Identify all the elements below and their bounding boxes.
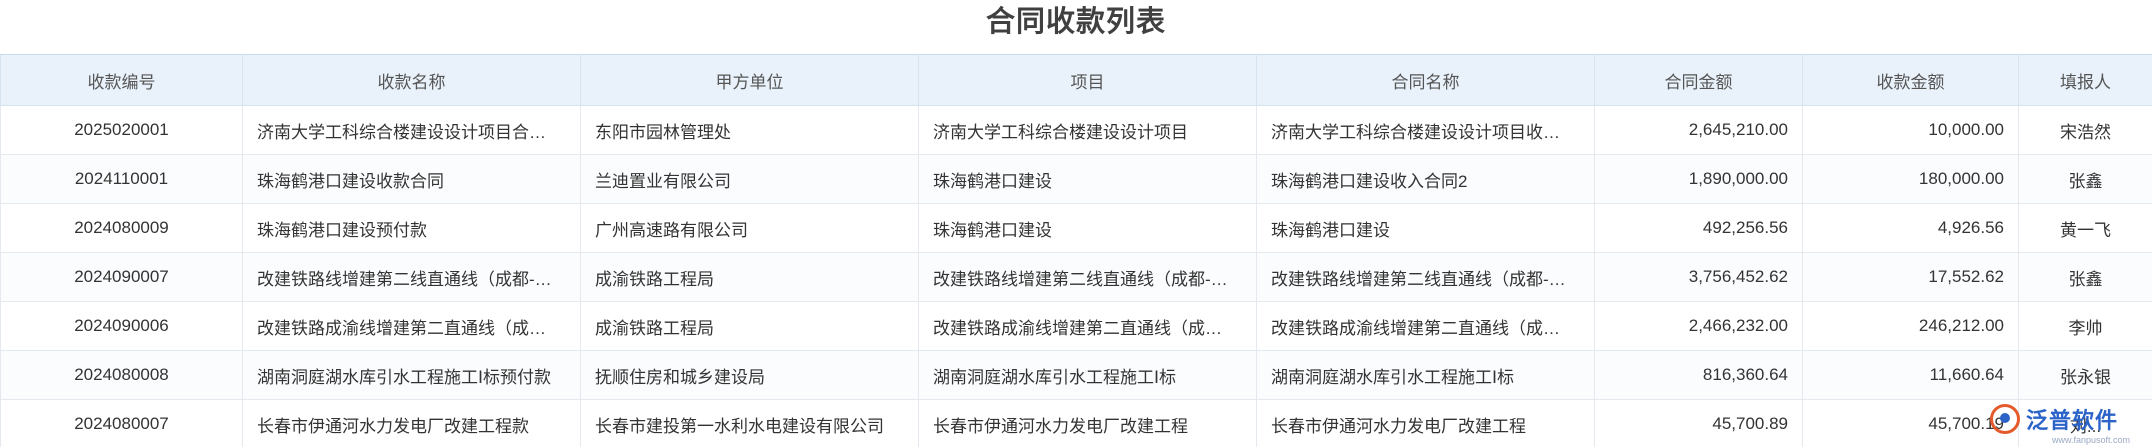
cell-code[interactable]: 2024080008 — [0, 350, 243, 400]
cell-party: 成渝铁路工程局 — [580, 252, 919, 302]
table-header-row: 收款编号 收款名称 甲方单位 项目 合同名称 合同金额 收款金额 填报人 — [0, 54, 2152, 106]
cell-received-amount: 10,000.00 — [1802, 105, 2019, 155]
cell-contract-amount: 2,466,232.00 — [1594, 301, 1803, 351]
column-header-project[interactable]: 项目 — [918, 54, 1257, 106]
column-header-name[interactable]: 收款名称 — [242, 54, 581, 106]
table-row[interactable]: 2024090007 改建铁路线增建第二线直通线（成都-… 成渝铁路工程局 改建… — [0, 252, 2152, 302]
cell-party: 广州高速路有限公司 — [580, 203, 919, 253]
cell-received-amount: 180,000.00 — [1802, 154, 2019, 204]
table-row[interactable]: 2024080007 长春市伊通河水力发电厂改建工程款 长春市建投第一水利水电建… — [0, 399, 2152, 447]
cell-contract-amount: 492,256.56 — [1594, 203, 1803, 253]
cell-reporter[interactable]: 李帅 — [2018, 301, 2152, 351]
cell-code[interactable]: 2024090006 — [0, 301, 243, 351]
cell-project[interactable]: 改建铁路线增建第二线直通线（成都-… — [918, 252, 1257, 302]
watermark-url: www.fanpusoft.com — [2051, 435, 2130, 445]
cell-name[interactable]: 珠海鹤港口建设收款合同 — [242, 154, 581, 204]
cell-contract-amount: 816,360.64 — [1594, 350, 1803, 400]
cell-code[interactable]: 2024080007 — [0, 399, 243, 447]
cell-received-amount: 45,700.19 — [1802, 399, 2019, 447]
cell-code[interactable]: 2024080009 — [0, 203, 243, 253]
cell-reporter[interactable]: 张鑫 — [2018, 252, 2152, 302]
cell-contract-amount: 45,700.89 — [1594, 399, 1803, 447]
cell-reporter[interactable]: 黄一飞 — [2018, 203, 2152, 253]
cell-contract-amount: 1,890,000.00 — [1594, 154, 1803, 204]
cell-project[interactable]: 珠海鹤港口建设 — [918, 203, 1257, 253]
cell-contract[interactable]: 珠海鹤港口建设收入合同2 — [1256, 154, 1595, 204]
cell-party: 东阳市园林管理处 — [580, 105, 919, 155]
page: 合同收款列表 收款编号 收款名称 甲方单位 项目 合同名称 合同金额 收款金额 … — [0, 0, 2152, 447]
cell-contract[interactable]: 济南大学工科综合楼建设设计项目收… — [1256, 105, 1595, 155]
cell-reporter[interactable]: 张鑫 — [2018, 154, 2152, 204]
cell-project[interactable]: 济南大学工科综合楼建设设计项目 — [918, 105, 1257, 155]
cell-contract[interactable]: 湖南洞庭湖水库引水工程施工Ⅰ标 — [1256, 350, 1595, 400]
cell-name[interactable]: 济南大学工科综合楼建设设计项目合… — [242, 105, 581, 155]
column-header-contract[interactable]: 合同名称 — [1256, 54, 1595, 106]
cell-received-amount: 4,926.56 — [1802, 203, 2019, 253]
cell-contract[interactable]: 改建铁路线增建第二线直通线（成都-… — [1256, 252, 1595, 302]
cell-name[interactable]: 珠海鹤港口建设预付款 — [242, 203, 581, 253]
cell-contract-amount: 3,756,452.62 — [1594, 252, 1803, 302]
cell-contract[interactable]: 珠海鹤港口建设 — [1256, 203, 1595, 253]
cell-party: 兰迪置业有限公司 — [580, 154, 919, 204]
cell-received-amount: 246,212.00 — [1802, 301, 2019, 351]
table-row[interactable]: 2024080009 珠海鹤港口建设预付款 广州高速路有限公司 珠海鹤港口建设 … — [0, 203, 2152, 253]
cell-code[interactable]: 2024090007 — [0, 252, 243, 302]
table-row[interactable]: 2024110001 珠海鹤港口建设收款合同 兰迪置业有限公司 珠海鹤港口建设 … — [0, 154, 2152, 204]
page-title: 合同收款列表 — [985, 6, 1166, 38]
table-row[interactable]: 2024080008 湖南洞庭湖水库引水工程施工Ⅰ标预付款 抚顺住房和城乡建设局… — [0, 350, 2152, 400]
watermark-brand: 泛普软件 — [2026, 409, 2119, 434]
cell-name[interactable]: 改建铁路线增建第二线直通线（成都-… — [242, 252, 581, 302]
fanpu-logo-icon — [1990, 404, 2020, 434]
receipt-table: 收款编号 收款名称 甲方单位 项目 合同名称 合同金额 收款金额 填报人 202… — [0, 54, 2152, 447]
column-header-received-amount[interactable]: 收款金额 — [1802, 54, 2019, 106]
column-header-reporter[interactable]: 填报人 — [2018, 54, 2152, 106]
table-row[interactable]: 2024090006 改建铁路成渝线增建第二直通线（成… 成渝铁路工程局 改建铁… — [0, 301, 2152, 351]
cell-code[interactable]: 2025020001 — [0, 105, 243, 155]
cell-reporter[interactable]: 宋浩然 — [2018, 105, 2152, 155]
cell-party: 成渝铁路工程局 — [580, 301, 919, 351]
cell-received-amount: 17,552.62 — [1802, 252, 2019, 302]
cell-name[interactable]: 改建铁路成渝线增建第二直通线（成… — [242, 301, 581, 351]
cell-name[interactable]: 长春市伊通河水力发电厂改建工程款 — [242, 399, 581, 447]
cell-received-amount: 11,660.64 — [1802, 350, 2019, 400]
table-row[interactable]: 2025020001 济南大学工科综合楼建设设计项目合… 东阳市园林管理处 济南… — [0, 105, 2152, 155]
cell-contract[interactable]: 长春市伊通河水力发电厂改建工程 — [1256, 399, 1595, 447]
cell-project[interactable]: 改建铁路成渝线增建第二直通线（成… — [918, 301, 1257, 351]
cell-reporter[interactable]: 张永银 — [2018, 350, 2152, 400]
cell-party: 抚顺住房和城乡建设局 — [580, 350, 919, 400]
cell-code[interactable]: 2024110001 — [0, 154, 243, 204]
brand-watermark: 泛普软件 www.fanpusoft.com — [1990, 401, 2130, 445]
cell-contract[interactable]: 改建铁路成渝线增建第二直通线（成… — [1256, 301, 1595, 351]
cell-project[interactable]: 湖南洞庭湖水库引水工程施工Ⅰ标 — [918, 350, 1257, 400]
column-header-code[interactable]: 收款编号 — [0, 54, 243, 106]
cell-name[interactable]: 湖南洞庭湖水库引水工程施工Ⅰ标预付款 — [242, 350, 581, 400]
cell-project[interactable]: 珠海鹤港口建设 — [918, 154, 1257, 204]
column-header-party[interactable]: 甲方单位 — [580, 54, 919, 106]
column-header-contract-amount[interactable]: 合同金额 — [1594, 54, 1803, 106]
cell-party: 长春市建投第一水利水电建设有限公司 — [580, 399, 919, 447]
cell-project[interactable]: 长春市伊通河水力发电厂改建工程 — [918, 399, 1257, 447]
cell-contract-amount: 2,645,210.00 — [1594, 105, 1803, 155]
